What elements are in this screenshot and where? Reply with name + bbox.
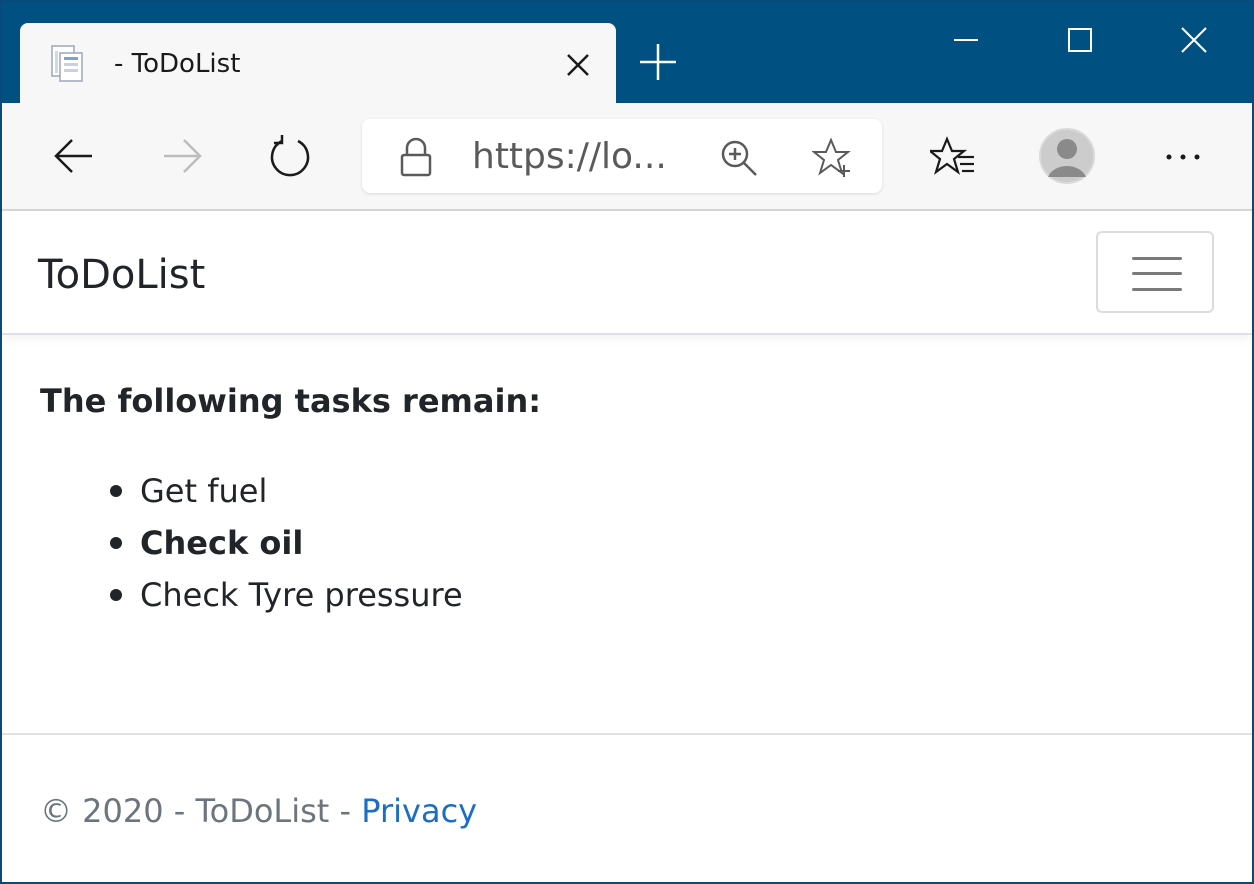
task-item: Check Tyre pressure xyxy=(40,569,463,621)
web-page: ToDoList The following tasks remain: Get… xyxy=(2,211,1252,882)
page-favicon-icon xyxy=(51,45,83,82)
profile-avatar-icon[interactable] xyxy=(1038,127,1096,185)
close-window-icon[interactable] xyxy=(1172,18,1216,62)
zoom-in-icon[interactable] xyxy=(718,137,760,179)
copyright-text: © 2020 - ToDoList - xyxy=(40,792,362,830)
lock-icon[interactable] xyxy=(398,137,434,177)
title-bar: - ToDoList xyxy=(2,2,1252,103)
add-favorite-star-icon[interactable] xyxy=(812,137,854,179)
task-item: Check oil xyxy=(40,517,463,569)
url-text[interactable]: https://lo... xyxy=(472,135,672,179)
privacy-link[interactable]: Privacy xyxy=(361,792,477,830)
task-list: Get fuel Check oil Check Tyre pressure xyxy=(40,465,463,621)
tab-title: - ToDoList xyxy=(114,49,241,79)
site-navbar: ToDoList xyxy=(2,211,1252,335)
minimize-icon[interactable] xyxy=(944,18,988,62)
refresh-icon[interactable] xyxy=(268,133,314,179)
favorites-icon[interactable] xyxy=(930,135,976,181)
new-tab-icon[interactable] xyxy=(638,42,678,82)
site-brand[interactable]: ToDoList xyxy=(38,251,205,299)
browser-tab[interactable]: - ToDoList xyxy=(20,23,616,103)
browser-window: - ToDoList https://lo... ToDoList The fo… xyxy=(0,0,1254,884)
browser-toolbar: https://lo... xyxy=(2,103,1252,211)
close-tab-icon[interactable] xyxy=(564,51,592,79)
task-item: Get fuel xyxy=(40,465,463,517)
footer-text: © 2020 - ToDoList - Privacy xyxy=(40,791,477,831)
forward-arrow-icon[interactable] xyxy=(160,133,206,179)
tasks-heading: The following tasks remain: xyxy=(40,382,542,420)
hamburger-icon xyxy=(1132,257,1182,260)
site-footer: © 2020 - ToDoList - Privacy xyxy=(2,733,1252,882)
maximize-icon[interactable] xyxy=(1058,18,1102,62)
navbar-toggle-button[interactable] xyxy=(1096,231,1214,313)
address-bar[interactable]: https://lo... xyxy=(362,119,882,193)
back-arrow-icon[interactable] xyxy=(50,133,96,179)
more-options-icon[interactable] xyxy=(1160,137,1206,177)
